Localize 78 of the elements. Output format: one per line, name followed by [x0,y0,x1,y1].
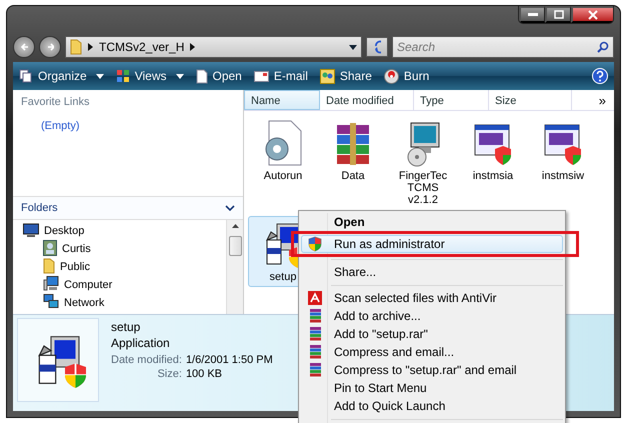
maximize-icon [554,10,564,19]
menu-item[interactable]: Compress and email... [301,343,563,361]
folders-header[interactable]: Folders [13,196,243,220]
chevron-icon [225,205,235,211]
path-segment[interactable]: TCMSv2_ver_H [99,40,184,54]
toolbar-button[interactable]: Share [320,68,372,84]
books-stack-icon [308,345,322,359]
more-columns-button[interactable]: » [590,90,614,110]
minimize-button[interactable] [519,6,545,23]
file-item[interactable]: FingerTec TCMS v2.1.2 [388,115,458,210]
file-name: setup [111,320,142,334]
tree-item[interactable]: Network [64,297,104,309]
toolbar-button[interactable]: Open [196,68,242,84]
close-button[interactable] [571,6,613,23]
file-item[interactable]: Data [318,115,388,210]
chevron-icon [190,43,196,51]
monitor-icon [23,222,39,236]
views-icon [116,69,130,83]
file-type: Application [111,336,171,350]
field-value: 100 KB [186,368,224,380]
network-icon [43,294,59,309]
envelope-icon [254,70,269,82]
tree-item[interactable]: Desktop [44,225,84,237]
folder-icon [70,39,82,55]
address-bar[interactable]: TCMSv2_ver_H [65,36,362,58]
close-icon [588,10,598,20]
section-title: Favorite Links [21,96,90,108]
disc-icon [384,68,399,84]
folder-icon [43,258,55,274]
toolbar-button[interactable]: Views [116,69,184,83]
file-item[interactable]: instmsia [458,115,528,210]
document-icon [196,68,208,84]
menu-item[interactable]: Add to archive... [301,307,563,325]
toolbar-button[interactable]: Burn [384,68,430,84]
tree-item[interactable]: Public [60,261,90,273]
search-field[interactable]: Search [392,36,614,58]
menu-item[interactable]: Add to Quick Launch [301,397,563,415]
books-stack-icon [308,363,322,377]
minimize-icon [528,12,538,16]
field-label: Size: [156,368,182,380]
file-item[interactable]: instmsiw [528,115,598,210]
user-folder-icon [43,240,57,256]
pages-icon [19,69,33,83]
menu-item[interactable]: Add to "setup.rar" [301,325,563,343]
caret-icon [96,74,104,78]
forward-arrow-icon [46,42,54,52]
scroll-up-icon[interactable] [232,224,238,228]
tree-item[interactable]: Computer [64,279,112,291]
back-arrow-icon [20,42,28,52]
books-stack-icon [308,327,322,341]
computer-icon [43,276,59,291]
chevron-icon [88,43,93,51]
dropdown-icon[interactable] [349,44,357,50]
menu-item[interactable]: Run as administrator [301,235,563,253]
forward-button[interactable] [39,36,61,58]
search-icon[interactable] [597,41,609,53]
back-button[interactable] [13,36,35,58]
favorite-link[interactable]: (Empty) [41,120,80,132]
menu-item[interactable]: Scan selected files with AntiVir [301,289,563,307]
refresh-button[interactable] [366,37,388,57]
tree-item[interactable]: Curtis [62,243,91,255]
scroll-thumb[interactable] [228,236,242,256]
people-icon [320,68,335,84]
field-value: 1/6/2001 1:50 PM [186,354,273,366]
help-icon[interactable] [592,68,608,84]
toolbar-button[interactable]: E-mail [254,69,308,83]
maximize-button[interactable] [545,6,571,23]
scrollbar[interactable] [226,220,243,314]
toolbar-button[interactable]: Organize [19,69,104,83]
menu-item[interactable]: Pin to Start Menu [301,379,563,397]
menu-item[interactable]: Compress to "setup.rar" and email [301,361,563,379]
refresh-icon [373,40,381,54]
shield-icon [308,236,322,252]
field-label: Date modified: [111,354,182,366]
books-stack-icon [308,309,322,323]
caret-icon [176,74,184,78]
column-header[interactable]: Name [244,90,320,110]
file-item[interactable]: Autorun [248,115,318,210]
